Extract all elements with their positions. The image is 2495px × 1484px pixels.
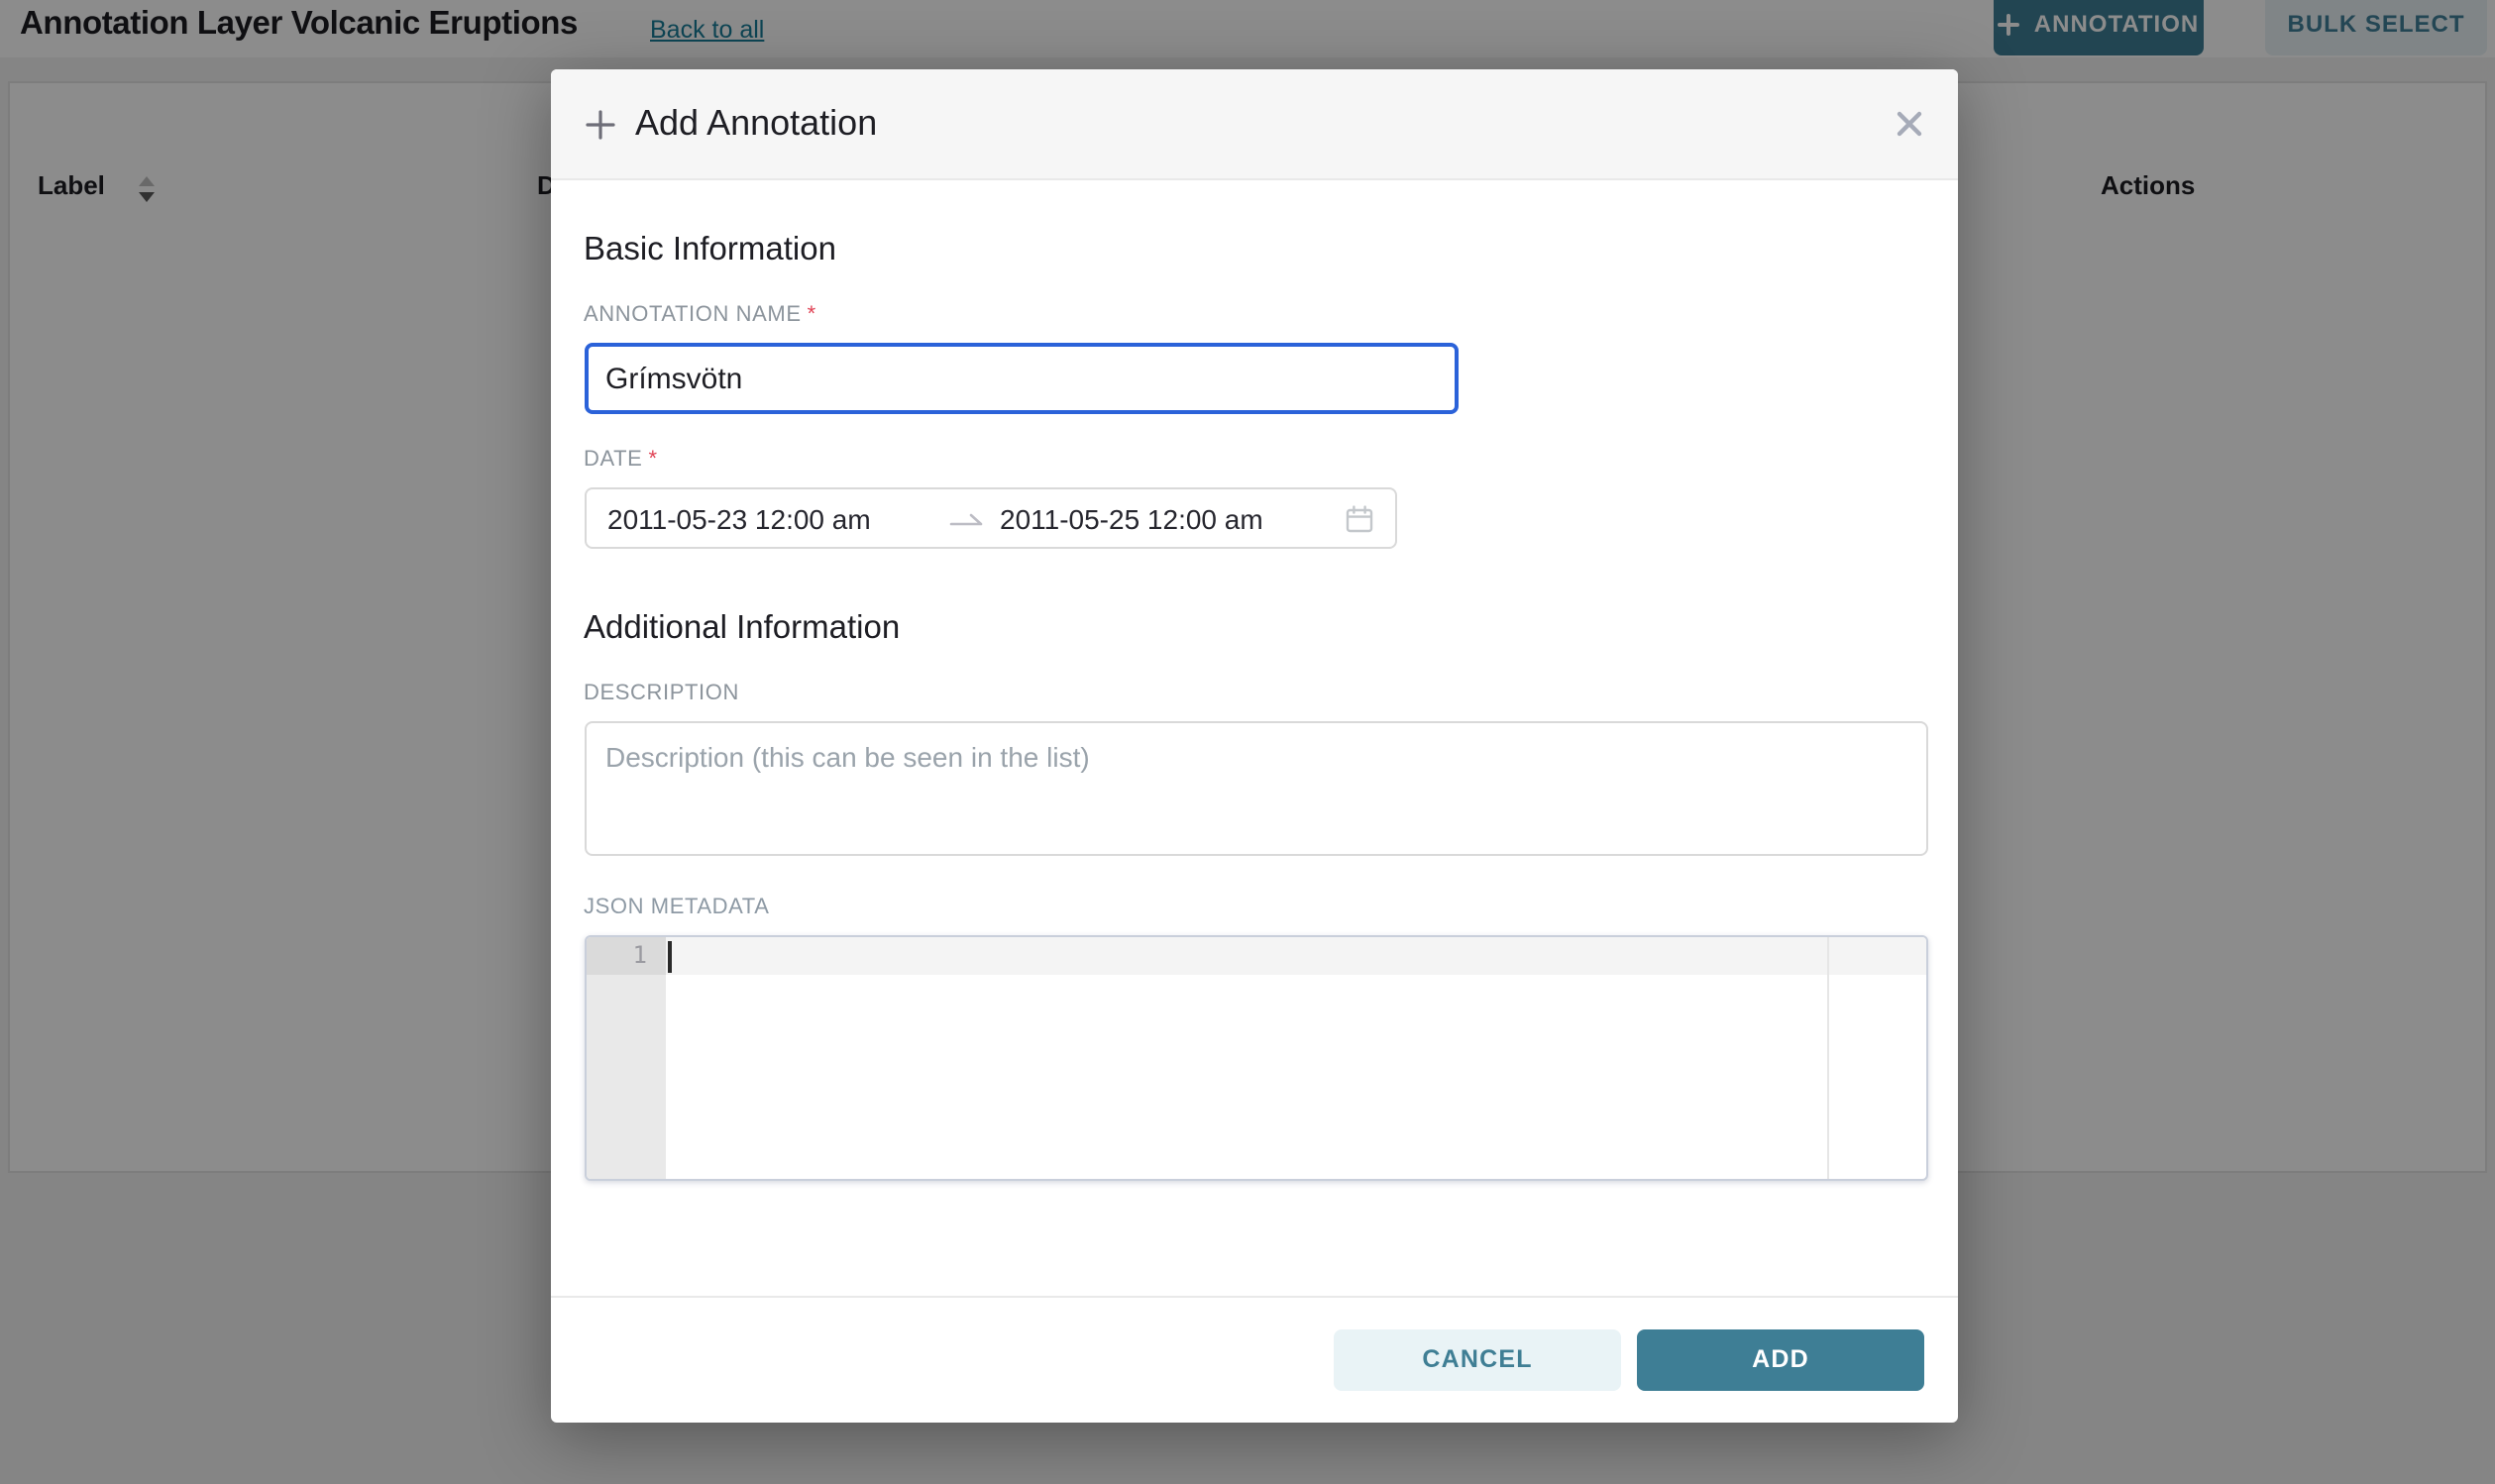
modal-body: Basic Information ANNOTATION NAME* DATE*… <box>550 181 1958 1181</box>
editor-active-line <box>665 938 1925 976</box>
cancel-button[interactable]: CANCEL <box>1334 1328 1621 1391</box>
add-annotation-modal: Add Annotation Basic Information ANNOTAT… <box>550 69 1958 1424</box>
json-metadata-label: JSON METADATA <box>584 897 1924 920</box>
editor-line-number: 1 <box>586 938 665 976</box>
date-range-start[interactable]: 2011-05-23 12:00 am <box>607 503 940 535</box>
json-metadata-editor[interactable]: 1 <box>584 936 1927 1181</box>
annotation-name-input[interactable] <box>584 344 1458 415</box>
date-range-end[interactable]: 2011-05-25 12:00 am <box>1000 503 1345 535</box>
section-basic-information: Basic Information <box>584 181 1924 270</box>
required-asterisk: * <box>648 449 657 473</box>
required-asterisk: * <box>808 304 816 328</box>
editor-cursor <box>668 941 671 973</box>
section-additional-information: Additional Information <box>584 550 1924 649</box>
app-window: Annotation Layer Volcanic Eruptions Back… <box>0 0 2495 1484</box>
date-range-picker[interactable]: 2011-05-23 12:00 am 2011-05-25 12:00 am <box>584 488 1396 550</box>
plus-icon <box>584 108 615 140</box>
add-button[interactable]: ADD <box>1637 1328 1924 1391</box>
modal-header: Add Annotation <box>550 69 1958 181</box>
annotation-name-label-text: ANNOTATION NAME <box>584 304 802 328</box>
description-textarea[interactable] <box>584 722 1927 857</box>
date-label-text: DATE <box>584 449 642 473</box>
close-icon[interactable] <box>1895 109 1924 139</box>
modal-footer: CANCEL ADD <box>550 1295 1958 1424</box>
viewport: Annotation Layer Volcanic Eruptions Back… <box>0 0 2495 1484</box>
date-label: DATE* <box>584 449 1924 473</box>
modal-title: Add Annotation <box>635 103 877 145</box>
annotation-name-label: ANNOTATION NAME* <box>584 304 1924 328</box>
editor-print-margin <box>1826 938 1828 1179</box>
calendar-icon <box>1345 505 1372 533</box>
swap-right-arrow-icon <box>940 509 992 529</box>
description-label: DESCRIPTION <box>584 683 1924 706</box>
